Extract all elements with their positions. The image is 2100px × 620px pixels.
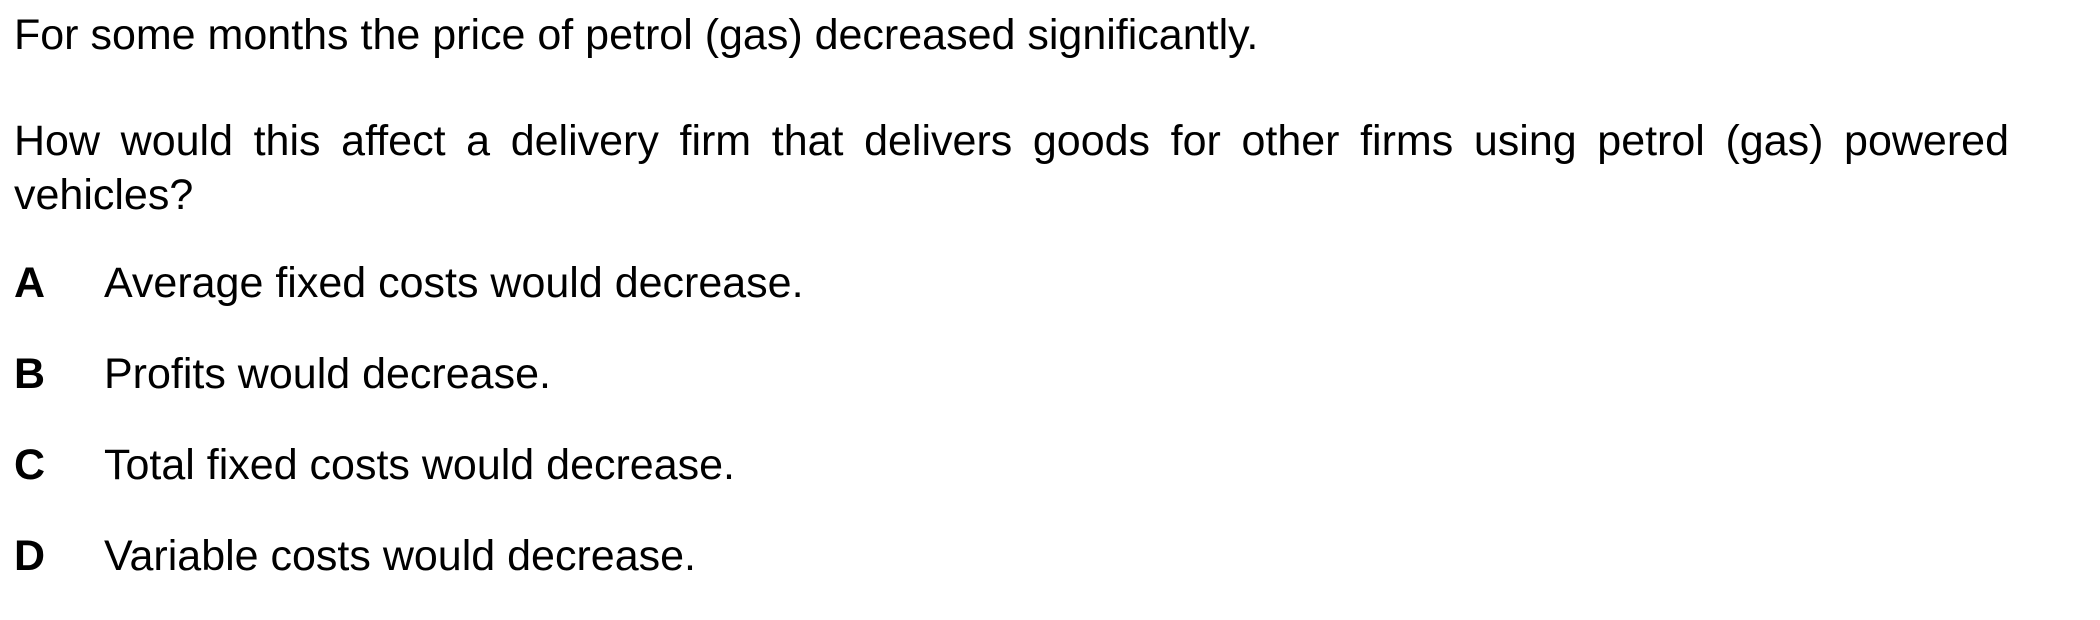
answer-options: A Average fixed costs would decrease. B …: [14, 256, 2009, 583]
question-intro: For some months the price of petrol (gas…: [14, 11, 1259, 59]
option-text: Total fixed costs would decrease.: [104, 441, 735, 489]
option-text: Profits would decrease.: [104, 350, 551, 398]
option-letter: C: [14, 441, 46, 489]
option-text: Average fixed costs would decrease.: [104, 259, 804, 307]
option-c[interactable]: C Total fixed costs would decrease.: [14, 438, 2009, 492]
question-prompt: How would this affect a delivery firm th…: [14, 117, 2009, 219]
option-letter: A: [14, 259, 46, 307]
question-document: For some months the price of petrol (gas…: [14, 0, 2009, 620]
option-a[interactable]: A Average fixed costs would decrease.: [14, 256, 2009, 310]
option-text: Variable costs would decrease.: [104, 532, 696, 580]
option-letter: B: [14, 350, 46, 398]
option-b[interactable]: B Profits would decrease.: [14, 347, 2009, 401]
option-letter: D: [14, 532, 46, 580]
option-d[interactable]: D Variable costs would decrease.: [14, 529, 2009, 583]
